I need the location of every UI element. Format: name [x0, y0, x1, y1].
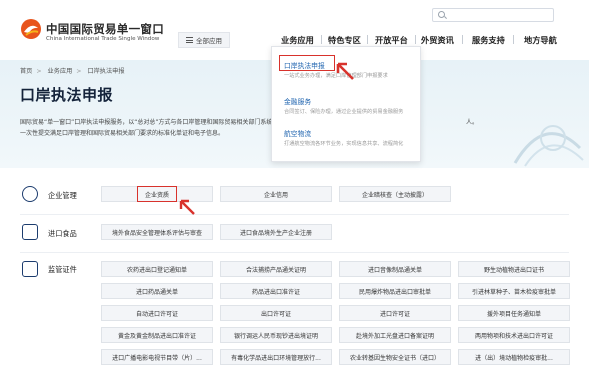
- search-input[interactable]: [432, 8, 554, 22]
- food-icon: [22, 224, 38, 240]
- dropdown-item-air-logistics[interactable]: 航空物流: [284, 128, 311, 138]
- nav-divider: [367, 35, 368, 44]
- cert-button[interactable]: 进（出）境动植物检疫审批...: [458, 349, 570, 365]
- nav-divider: [462, 35, 463, 44]
- red-arrow-icon: [336, 62, 354, 80]
- nav-item-business-apps[interactable]: 业务应用: [281, 34, 314, 46]
- cert-button[interactable]: 合法捕捞产品通关证明: [220, 261, 332, 277]
- dropdown-item-finance[interactable]: 金融服务: [284, 96, 311, 106]
- cert-button[interactable]: 援外项目任务通知单: [458, 305, 570, 321]
- emblem-watermark-icon: [513, 125, 584, 167]
- cert-button[interactable]: 野生动植物进出口证书: [458, 261, 570, 277]
- building-icon: [22, 186, 38, 202]
- description-tail: 人。: [466, 119, 479, 126]
- logo-emblem-icon[interactable]: [20, 18, 42, 40]
- enterprise-audit-button[interactable]: 企业暗核查（主动披露）: [339, 186, 451, 202]
- cert-button[interactable]: 引进林草种子、苗木检疫审批单: [458, 283, 570, 299]
- certificate-icon: [22, 261, 38, 277]
- cert-button[interactable]: 进口药品通关单: [101, 283, 213, 299]
- food-producer-registration-button[interactable]: 进口食品境外生产企业注册: [220, 224, 332, 240]
- cert-button[interactable]: 自动进口许可证: [101, 305, 213, 321]
- page-title: 口岸执法申报: [20, 86, 114, 104]
- nav-item-featured[interactable]: 特色专区: [328, 34, 361, 46]
- red-arrow-icon: [179, 199, 195, 215]
- cert-button[interactable]: 有毒化学品进出口环境管理放行...: [220, 349, 332, 365]
- highlight-box: [279, 55, 335, 71]
- dropdown-item-subtitle: 合同签订、保险办理，通过企业提供的贸易金融服务: [284, 109, 404, 115]
- nav-item-open-platform[interactable]: 开放平台: [375, 34, 408, 46]
- logo-subtitle: China International Trade Single Window: [46, 36, 160, 42]
- breadcrumb-business-apps[interactable]: 业务应用: [48, 68, 73, 75]
- nav-item-news[interactable]: 外贸资讯: [421, 34, 454, 46]
- food-safety-review-button[interactable]: 境外食品安全管理体系评估与审查: [101, 224, 213, 240]
- all-apps-button[interactable]: 全部应用: [178, 32, 230, 48]
- cert-button[interactable]: 农业转基因生物安全证书（进口）: [339, 349, 451, 365]
- dropdown-item-subtitle: 打通航空物流各环节业务，实现信息共享、流程简化: [284, 141, 404, 147]
- breadcrumb-home[interactable]: 首页: [20, 68, 32, 75]
- enterprise-credit-button[interactable]: 企业信用: [220, 186, 332, 202]
- section-label-regulatory-docs: 监管证件: [48, 265, 77, 274]
- nav-divider: [321, 35, 322, 44]
- cert-button[interactable]: 进口音像制品通关单: [339, 261, 451, 277]
- section-divider: [20, 214, 569, 215]
- nav-item-local[interactable]: 地方导航: [524, 34, 557, 46]
- section-label-enterprise: 企业管理: [48, 191, 77, 200]
- cert-button[interactable]: 进口广播电影电视节目带（片）...: [101, 349, 213, 365]
- cert-button[interactable]: 出口许可证: [220, 305, 332, 321]
- section-label-imported-food: 进口食品: [48, 229, 77, 238]
- breadcrumb: 首页 > 业务应用 > 口岸执法申报: [20, 68, 125, 75]
- hamburger-icon: [186, 37, 193, 43]
- logo-title[interactable]: 中国国际贸易单一窗口: [46, 21, 164, 37]
- cert-button[interactable]: 农药进出口登记通知单: [101, 261, 213, 277]
- search-icon[interactable]: [438, 11, 445, 18]
- cert-button[interactable]: 黄金及黄金制品进出口准许证: [101, 327, 213, 343]
- nav-item-support[interactable]: 服务支持: [472, 34, 505, 46]
- breadcrumb-current: 口岸执法申报: [87, 68, 125, 75]
- section-divider: [20, 252, 569, 253]
- cert-button[interactable]: 进口许可证: [339, 305, 451, 321]
- cert-button[interactable]: 药品进出口准许证: [220, 283, 332, 299]
- nav-divider: [513, 35, 514, 44]
- highlight-box: [137, 186, 177, 202]
- cert-button[interactable]: 两用物项和技术进出口许可证: [458, 327, 570, 343]
- cert-button[interactable]: 赴境外加工光盘进口备案证明: [339, 327, 451, 343]
- nav-divider: [415, 35, 416, 44]
- cert-button[interactable]: 银行调运人民币现钞进出境证明: [220, 327, 332, 343]
- cert-button[interactable]: 民用爆炸物品进出口审批单: [339, 283, 451, 299]
- all-apps-label: 全部应用: [196, 37, 222, 45]
